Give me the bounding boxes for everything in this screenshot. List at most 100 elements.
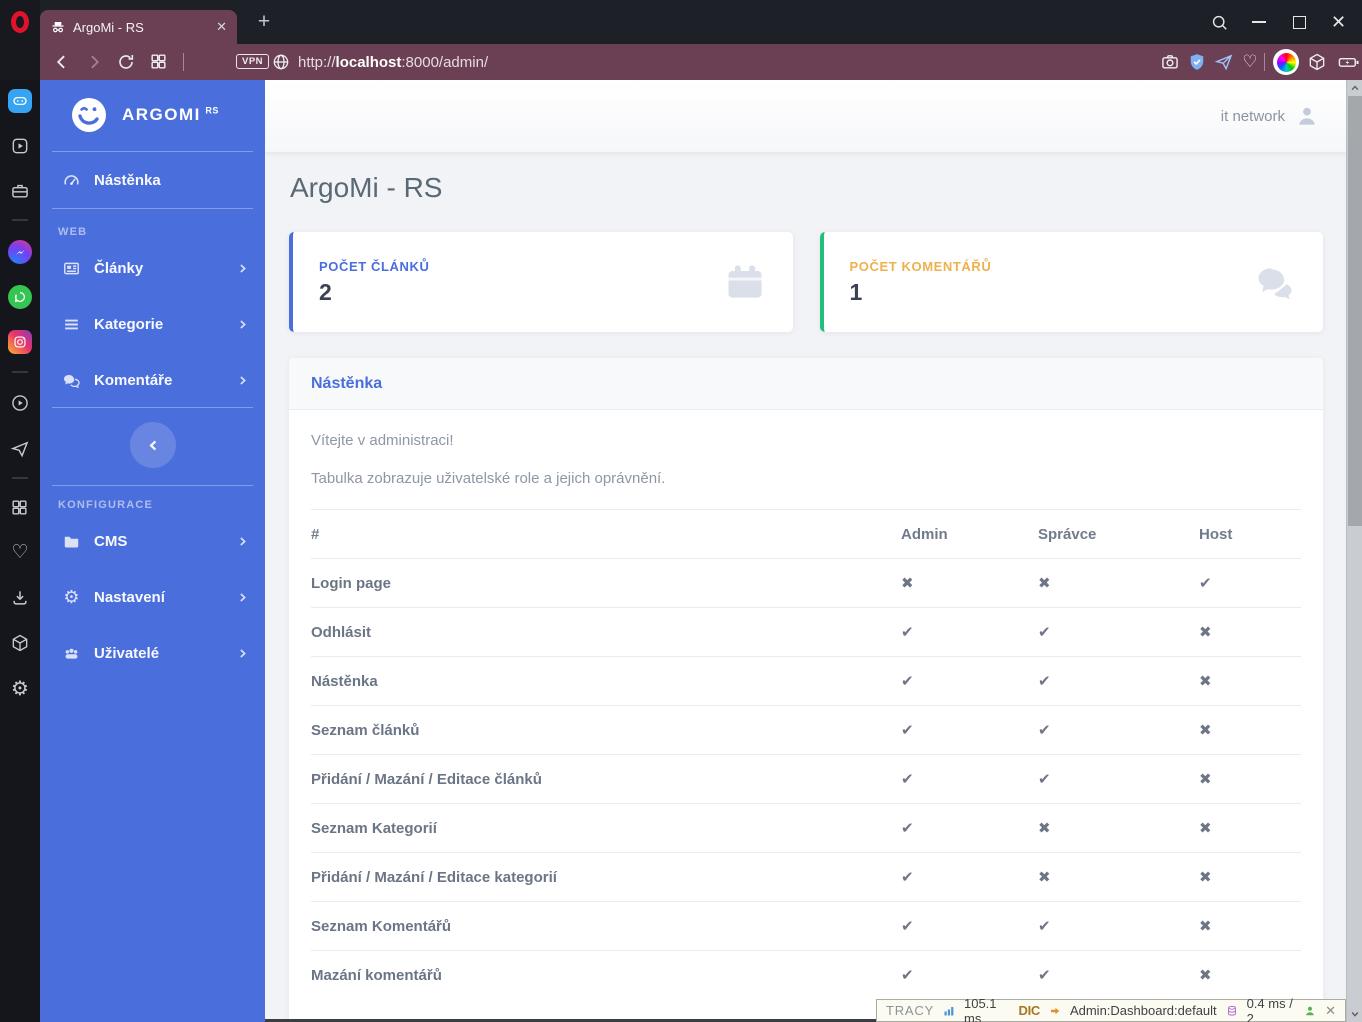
- panel-body: Vítejte v administraci! Tabulka zobrazuj…: [289, 410, 1323, 999]
- forward-button[interactable]: [84, 52, 104, 72]
- new-tab-button[interactable]: +: [250, 8, 278, 36]
- tracy-close-icon[interactable]: ✕: [1325, 1003, 1336, 1019]
- extensions-cube-button[interactable]: [1307, 52, 1327, 72]
- page-title: ArgoMi - RS: [290, 172, 443, 203]
- tracy-time[interactable]: 105.1 ms: [964, 996, 1010, 1022]
- stat-card-label: POČET KOMENTÁŘŮ: [849, 258, 992, 274]
- chevron-right-icon: [240, 536, 246, 546]
- messenger-button[interactable]: [8, 240, 32, 264]
- search-button[interactable]: [1210, 0, 1229, 44]
- cross-icon: ✖: [1038, 575, 1051, 592]
- whatsapp-button[interactable]: [8, 285, 32, 309]
- check-icon: ✔: [1199, 575, 1212, 592]
- comments-icon: [63, 374, 80, 388]
- table-row: Přidání / Mazání / Editace kategorií ✔ ✖…: [311, 852, 1301, 902]
- bookmarks-button[interactable]: ♡: [0, 541, 40, 564]
- settings-button[interactable]: ⚙: [0, 676, 40, 701]
- profile-avatar[interactable]: [1273, 49, 1299, 75]
- speed-dial-button[interactable]: [10, 498, 30, 518]
- column-header: Admin: [901, 526, 948, 543]
- reload-button[interactable]: [116, 52, 136, 72]
- check-icon: ✔: [1038, 967, 1051, 984]
- tracy-dic-badge[interactable]: DIC: [1019, 1003, 1041, 1018]
- cross-icon: ✖: [1199, 967, 1212, 984]
- shield-button[interactable]: [1187, 52, 1207, 72]
- cross-icon: ✖: [1199, 624, 1212, 641]
- site-globe-button[interactable]: [271, 52, 291, 72]
- close-button[interactable]: ✕: [1331, 0, 1346, 44]
- permission-label: Seznam Komentářů: [311, 901, 901, 951]
- music-player-button[interactable]: [10, 393, 30, 413]
- page-scrollbar[interactable]: [1346, 80, 1362, 1022]
- sidebar-collapse-button[interactable]: [130, 422, 176, 468]
- snapshot-button[interactable]: [1160, 52, 1180, 72]
- tracy-route[interactable]: Admin:Dashboard:default: [1070, 1003, 1217, 1018]
- tab-tiling-button[interactable]: [149, 52, 169, 72]
- grid-icon: [12, 500, 27, 515]
- telegram-button[interactable]: [10, 439, 30, 459]
- aria-button[interactable]: [8, 89, 32, 113]
- workspace-button[interactable]: [10, 181, 30, 201]
- browser-tab[interactable]: ArgoMi - RS ✕: [40, 10, 237, 44]
- sidebar-item-label: Články: [94, 259, 144, 277]
- column-header: #: [311, 526, 320, 543]
- downloads-button[interactable]: [10, 588, 30, 608]
- check-icon: ✔: [901, 722, 914, 739]
- browser-window: ArgoMi - RS ✕ + ✕ VPN http:// localhost …: [0, 0, 1362, 1022]
- user-icon[interactable]: [1304, 1004, 1316, 1018]
- scrollbar-thumb[interactable]: [1348, 96, 1362, 526]
- section-label-konfigurace: KONFIGURACE: [58, 499, 154, 511]
- check-icon: ✔: [1038, 624, 1051, 641]
- table-row: Odhlásit ✔ ✔ ✖: [311, 607, 1301, 657]
- sidebar-item-clanky[interactable]: Články: [40, 246, 265, 290]
- cross-icon: ✖: [1199, 869, 1212, 886]
- minimize-button[interactable]: [1252, 0, 1266, 44]
- tracy-db-time[interactable]: 0.4 ms / 2: [1247, 996, 1296, 1022]
- welcome-text: Vítejte v administraci!: [311, 432, 454, 449]
- chat-bubbles-icon: [1258, 268, 1292, 300]
- divider: [12, 477, 28, 479]
- crypto-wallet-button[interactable]: [10, 633, 30, 653]
- table-row: Seznam Kategorií ✔ ✖ ✖: [311, 803, 1301, 853]
- back-button[interactable]: [52, 52, 72, 72]
- brand[interactable]: ARGOMI RS: [70, 96, 219, 134]
- player-button[interactable]: [10, 136, 30, 156]
- sidebar-item-dashboard[interactable]: Nástěnka: [40, 158, 265, 202]
- divider: [183, 53, 184, 71]
- favorites-button[interactable]: ♡: [1240, 52, 1260, 72]
- sidebar-item-label: Kategorie: [94, 315, 164, 333]
- heart-icon: ♡: [1242, 52, 1258, 71]
- sidebar-item-kategorie[interactable]: Kategorie: [40, 302, 265, 346]
- opera-logo-icon[interactable]: [11, 11, 29, 33]
- send-page-button[interactable]: [1214, 52, 1234, 72]
- battery-saver-button[interactable]: [1336, 52, 1362, 72]
- permission-label: Přidání / Mazání / Editace článků: [311, 754, 901, 804]
- instagram-button[interactable]: [8, 330, 32, 354]
- newspaper-icon: [64, 262, 79, 274]
- users-icon: [65, 648, 78, 659]
- gear-icon: ⚙: [11, 678, 29, 700]
- divider: [12, 219, 28, 221]
- sidebar-item-uzivatele[interactable]: Uživatelé: [40, 631, 265, 675]
- tab-title: ArgoMi - RS: [73, 19, 144, 35]
- sidebar-item-komentare[interactable]: Komentáře: [40, 358, 265, 402]
- scroll-up-button[interactable]: [1347, 80, 1362, 96]
- briefcase-icon: [12, 184, 28, 198]
- cross-icon: ✖: [901, 575, 914, 592]
- admin-sidebar: ARGOMI RS Nástěnka WEB Články Kategorie …: [40, 80, 265, 1022]
- sidebar-item-cms[interactable]: CMS: [40, 519, 265, 563]
- table-row: Login page ✖ ✖ ✔: [311, 558, 1301, 608]
- heart-icon: ♡: [11, 542, 29, 563]
- cube-icon: [1309, 53, 1325, 71]
- cross-icon: ✖: [1199, 722, 1212, 739]
- sidebar-item-nastaveni[interactable]: ⚙ Nastavení: [40, 575, 265, 619]
- tab-close-icon[interactable]: ✕: [216, 19, 227, 35]
- scroll-down-button[interactable]: [1347, 1006, 1362, 1022]
- maximize-button[interactable]: [1293, 0, 1306, 44]
- description-text: Tabulka zobrazuje uživatelské role a jej…: [311, 470, 666, 487]
- aria-icon: [13, 96, 27, 106]
- permission-label: Přidání / Mazání / Editace kategorií: [311, 852, 901, 902]
- user-menu[interactable]: it network: [1221, 80, 1320, 152]
- address-url[interactable]: http://localhost:8000/admin/: [298, 44, 488, 80]
- vpn-badge[interactable]: VPN: [236, 54, 270, 69]
